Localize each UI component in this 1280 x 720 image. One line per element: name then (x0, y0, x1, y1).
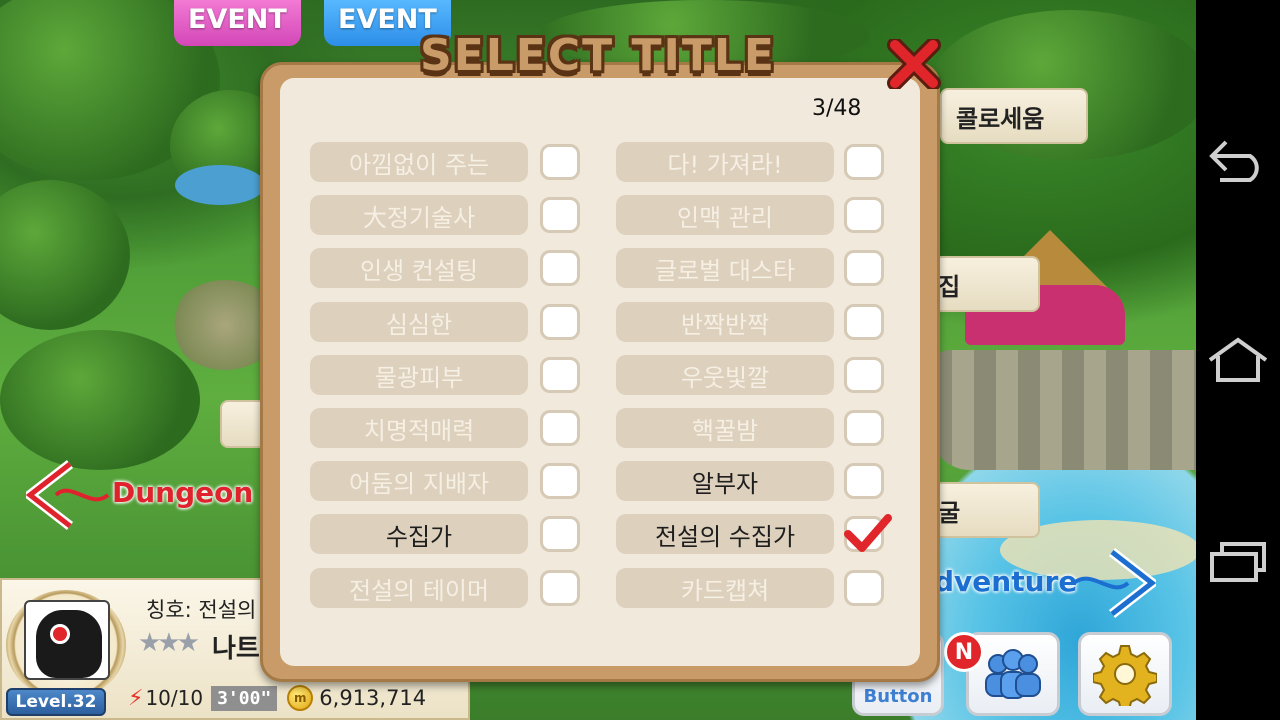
title-option[interactable]: 치명적매력 (310, 408, 528, 448)
forest-cluster (0, 180, 130, 330)
right-arrow-icon[interactable] (1072, 548, 1156, 618)
avatar[interactable] (24, 600, 110, 680)
title-option[interactable]: 글로벌 대스타 (616, 248, 834, 288)
rank-stars: ★★★ (138, 628, 200, 658)
title-counter: 3/48 (812, 96, 862, 121)
title-option[interactable]: 전설의 테이머 (310, 568, 528, 608)
title-checkbox[interactable] (540, 463, 580, 499)
colosseum-label: 콜로세움 (956, 104, 1045, 133)
gold-coin-icon: m (287, 685, 314, 711)
home-icon (1208, 337, 1268, 382)
title-option[interactable]: 카드캡쳐 (616, 568, 834, 608)
player-name: 나트 (212, 634, 260, 664)
checkmark-icon (844, 514, 892, 552)
friends-icon (985, 649, 1041, 699)
dialog-title: SELECT TITLE (420, 30, 776, 81)
close-icon (887, 39, 941, 89)
pond (175, 165, 265, 205)
title-option[interactable]: 어둠의 지배자 (310, 461, 528, 501)
title-checkbox[interactable] (844, 463, 884, 499)
title-option[interactable]: 다! 가져라! (616, 142, 834, 182)
cliff (930, 350, 1196, 470)
title-checkbox[interactable] (844, 357, 884, 393)
settings-button[interactable] (1078, 632, 1172, 716)
title-checkbox[interactable] (844, 250, 884, 286)
title-checkbox[interactable] (540, 250, 580, 286)
level-badge: Level.32 (6, 688, 106, 716)
game-map: 콜로세움 술집 동굴 Dungeon dventure EVENT EVENT … (0, 0, 1196, 720)
title-checkbox[interactable] (844, 144, 884, 180)
title-option[interactable]: 전설의 수집가 (616, 514, 834, 554)
energy-value: 10/10 (145, 686, 204, 710)
level-text: Level.32 (15, 692, 97, 712)
forest-cluster (0, 330, 200, 470)
title-checkbox[interactable] (844, 304, 884, 340)
title-option[interactable]: 大정기술사 (310, 195, 528, 235)
new-badge-label: N (954, 639, 974, 665)
left-arrow-icon (26, 460, 110, 530)
energy-timer: 3'00" (211, 685, 278, 711)
menu-button-label: Button (863, 685, 933, 707)
home-button[interactable] (1196, 320, 1280, 400)
monster-eye (50, 624, 70, 644)
dungeon-label[interactable]: Dungeon (112, 476, 253, 509)
title-checkbox[interactable] (540, 197, 580, 233)
title-checkbox[interactable] (540, 304, 580, 340)
title-checkbox[interactable] (540, 357, 580, 393)
recent-apps-button[interactable] (1196, 520, 1280, 600)
gear-icon (1093, 645, 1157, 706)
stat-bar: ⚡ 10/10 3'00" m 6,913,714 (128, 680, 468, 716)
recent-apps-icon (1210, 542, 1266, 582)
back-button[interactable] (1196, 120, 1280, 200)
title-checkbox[interactable] (540, 410, 580, 446)
title-option[interactable]: 우웃빛깔 (616, 355, 834, 395)
back-icon (1209, 140, 1259, 182)
title-option[interactable]: 알부자 (616, 461, 834, 501)
title-checkbox[interactable] (540, 144, 580, 180)
title-checkbox[interactable] (844, 570, 884, 606)
monster-body (36, 610, 102, 678)
close-button[interactable] (886, 38, 942, 90)
lightning-icon: ⚡ (128, 685, 144, 711)
title-option[interactable]: 아낌없이 주는 (310, 142, 528, 182)
title-option[interactable]: 핵꿀밤 (616, 408, 834, 448)
title-checkbox[interactable] (844, 410, 884, 446)
android-nav-bar (1196, 0, 1280, 720)
title-checkbox[interactable] (540, 570, 580, 606)
title-option[interactable]: 심심한 (310, 302, 528, 342)
gold-amount: 6,913,714 (319, 686, 427, 710)
title-option[interactable]: 인맥 관리 (616, 195, 834, 235)
new-notification-badge: N (944, 632, 984, 672)
title-option[interactable]: 인생 컨설팅 (310, 248, 528, 288)
colosseum-sign[interactable]: 콜로세움 (940, 88, 1088, 144)
title-option[interactable]: 수집가 (310, 514, 528, 554)
title-option[interactable]: 물광피부 (310, 355, 528, 395)
adventure-label[interactable]: dventure (934, 565, 1077, 598)
player-title: 칭호: 전설의 (146, 598, 257, 622)
title-checkbox[interactable] (540, 516, 580, 552)
title-option[interactable]: 반짝반짝 (616, 302, 834, 342)
title-checkbox[interactable] (844, 197, 884, 233)
